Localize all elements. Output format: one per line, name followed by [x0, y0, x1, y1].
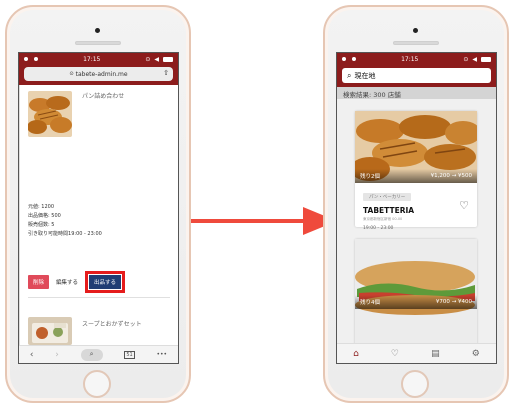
search-text: 現在地	[354, 71, 376, 80]
camera	[95, 28, 100, 33]
list-icon[interactable]: ▤	[431, 349, 440, 359]
location-icon: ⊙ ◀	[145, 55, 160, 63]
phone-right: 17:15 ⊙ ◀ ⌕ 現在地 検索結果: 300 店舗 残り2個 ¥1,200…	[323, 5, 509, 403]
category-badge: パン・ベーカリー	[363, 193, 412, 201]
speaker	[75, 41, 121, 45]
home-button[interactable]	[83, 370, 111, 398]
stock-badge: 残り2個	[360, 174, 380, 180]
product-image-soup	[28, 317, 72, 345]
shop-image-bread: 残り2個 ¥1,200 → ¥500	[355, 111, 477, 183]
back-icon[interactable]: ‹	[30, 350, 34, 360]
status-time: 17:15	[401, 55, 419, 63]
search-icon: ⌕	[347, 70, 352, 80]
product-list: パン詰め合わせ 元値: 1200 出品価格: 500 販売個数: 5 引き取り可…	[19, 85, 178, 347]
product-name-2: スープとおかずセット	[82, 321, 142, 328]
price-change: ¥1,200 → ¥500	[430, 173, 472, 179]
qty-value: 5	[51, 222, 55, 228]
more-icon[interactable]: •••	[156, 351, 167, 358]
battery-icon	[480, 56, 491, 62]
address-bar: ⊙ tabete-admin.me ⇧	[19, 65, 178, 85]
admin-screen: 17:15 ⊙ ◀ ⊙ tabete-admin.me ⇧ パン詰め合わせ 元値…	[18, 52, 179, 364]
consumer-screen: 17:15 ⊙ ◀ ⌕ 現在地 検索結果: 300 店舗 残り2個 ¥1,200…	[336, 52, 497, 364]
forward-icon[interactable]: ›	[55, 350, 59, 360]
share-icon[interactable]: ⇧	[163, 69, 169, 77]
shop-hours: 19:00 - 23:00	[363, 226, 394, 231]
url-field[interactable]: ⊙ tabete-admin.me ⇧	[24, 67, 173, 81]
browser-toolbar: ‹ › ⌕ 51 •••	[19, 345, 178, 363]
product-name: パン詰め合わせ	[82, 93, 125, 100]
search-header: ⌕ 現在地	[337, 65, 496, 87]
price-overlay: 残り4個 ¥700 → ¥400	[355, 295, 477, 309]
shop-image-sandwich: 残り4個 ¥700 → ¥400	[355, 239, 477, 345]
phone-left: 17:15 ⊙ ◀ ⊙ tabete-admin.me ⇧ パン詰め合わせ 元値…	[5, 5, 191, 403]
result-count: 検索結果: 300 店舗	[337, 87, 496, 99]
product-actions: 削除 編集する 出品する	[28, 271, 126, 293]
divider	[28, 297, 170, 298]
price-label: 元値:	[28, 204, 40, 210]
qty-label: 販売個数:	[28, 222, 50, 228]
signal-icon	[24, 57, 38, 61]
location-icon: ⊙ ◀	[463, 55, 478, 63]
shop-card[interactable]: 残り4個 ¥700 → ¥400	[355, 239, 477, 345]
edit-button[interactable]: 編集する	[53, 275, 82, 289]
status-time: 17:15	[83, 55, 101, 63]
speaker	[393, 41, 439, 45]
publish-button[interactable]: 出品する	[89, 275, 122, 289]
sale-value: 500	[51, 213, 61, 219]
favorite-icon[interactable]: ♡	[459, 199, 469, 212]
camera	[413, 28, 418, 33]
price-value: 1200	[41, 204, 55, 210]
search-input[interactable]: ⌕ 現在地	[342, 68, 491, 83]
settings-icon[interactable]: ⚙	[472, 349, 480, 359]
shop-card[interactable]: 残り2個 ¥1,200 → ¥500 パン・ベーカリー TABETTERIA 東…	[355, 111, 477, 231]
signal-icon	[342, 57, 356, 61]
bottom-nav: ⌂ ♡ ▤ ⚙	[337, 343, 496, 363]
favorites-icon[interactable]: ♡	[391, 349, 399, 359]
status-bar: 17:15 ⊙ ◀	[19, 53, 178, 65]
shop-list: 残り2個 ¥1,200 → ¥500 パン・ベーカリー TABETTERIA 東…	[337, 99, 496, 345]
delete-button[interactable]: 削除	[28, 275, 50, 289]
lock-icon: ⊙	[69, 71, 74, 77]
url-text: tabete-admin.me	[75, 70, 128, 78]
stock-badge: 残り4個	[360, 300, 380, 306]
pickup-value: 19:00 - 23:00	[68, 231, 102, 237]
pickup-label: 引き取り可能時間	[28, 231, 69, 237]
shop-address: 東京都新宿区新宿 00-00	[363, 217, 403, 221]
home-icon[interactable]: ⌂	[353, 349, 359, 359]
product-image-bread	[28, 91, 72, 137]
price-change: ¥700 → ¥400	[435, 299, 472, 305]
sale-label: 出品価格:	[28, 213, 50, 219]
status-bar: 17:15 ⊙ ◀	[337, 53, 496, 65]
battery-icon	[162, 56, 173, 62]
price-overlay: 残り2個 ¥1,200 → ¥500	[355, 169, 477, 183]
product-details: 元値: 1200 出品価格: 500 販売個数: 5 引き取り可能時間19:00…	[28, 203, 102, 239]
home-button[interactable]	[401, 370, 429, 398]
publish-highlight: 出品する	[85, 271, 126, 293]
tabs-count[interactable]: 51	[124, 350, 135, 359]
search-icon[interactable]: ⌕	[80, 348, 103, 361]
